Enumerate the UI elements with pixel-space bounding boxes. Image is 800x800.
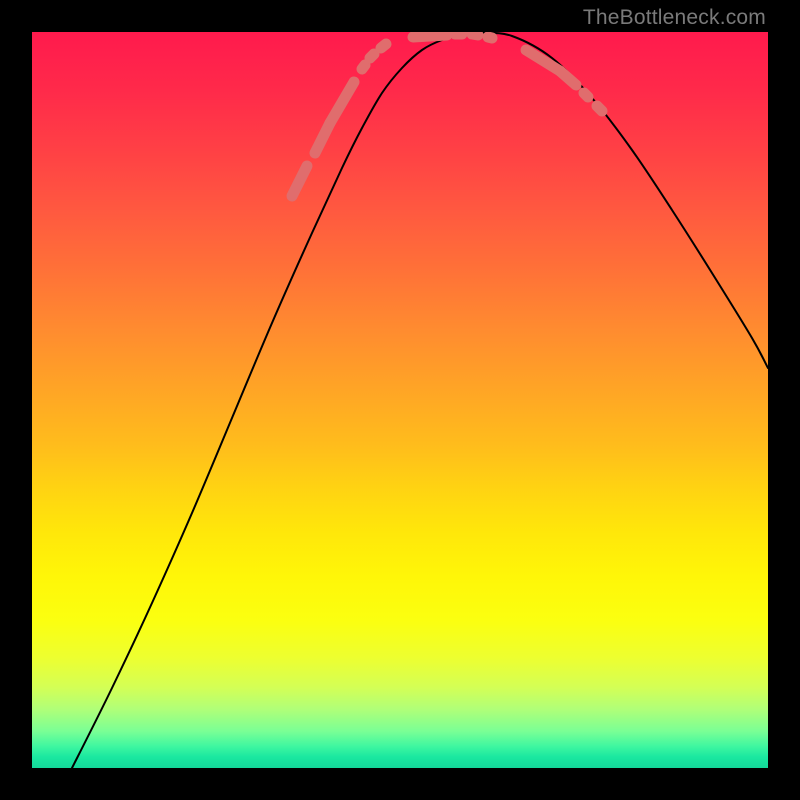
plot-area: [32, 32, 768, 768]
chart-svg: [32, 32, 768, 768]
dash-segment: [488, 37, 492, 38]
dash-overlay: [292, 34, 602, 196]
dash-segment: [292, 166, 307, 196]
dash-segment: [330, 82, 354, 123]
curve-line: [72, 33, 768, 768]
watermark-text: TheBottleneck.com: [583, 6, 766, 30]
dash-segment: [413, 35, 447, 37]
main-curve: [72, 33, 768, 768]
dash-segment: [381, 44, 386, 48]
dash-segment: [584, 93, 588, 97]
dash-segment: [597, 106, 602, 111]
chart-frame: TheBottleneck.com: [0, 0, 800, 800]
dash-segment: [560, 71, 576, 85]
dash-segment: [370, 54, 374, 58]
dash-segment: [472, 34, 478, 35]
dash-segment: [362, 65, 365, 69]
